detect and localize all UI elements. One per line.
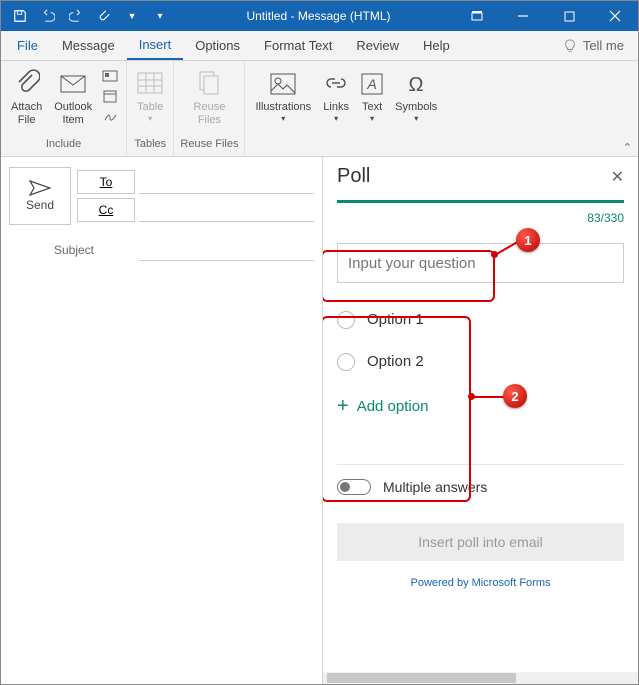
link-icon <box>323 73 349 95</box>
reuse-files-icon <box>197 71 221 97</box>
cc-field[interactable] <box>139 198 314 222</box>
poll-pane: Poll ✕ 83/330 + Add <box>323 157 638 684</box>
undo-icon[interactable] <box>35 3 61 29</box>
calendar-icon[interactable] <box>100 87 120 105</box>
group-overflow: Illustrations▾ Links▾ A Text▾ Ω Symbols▾ <box>245 61 447 156</box>
radio-icon[interactable] <box>337 353 355 371</box>
group-tables: Table▾ Tables <box>127 61 174 156</box>
multiple-answers-row: Multiple answers <box>337 479 624 495</box>
option-row <box>337 311 624 329</box>
subject-field[interactable] <box>139 239 314 261</box>
plus-icon: + <box>337 395 349 418</box>
group-include: Attach File Outlook Item Include <box>1 61 127 156</box>
message-body[interactable] <box>1 265 322 684</box>
tab-review[interactable]: Review <box>344 31 411 60</box>
window-controls <box>454 1 638 31</box>
picture-icon <box>270 73 296 95</box>
option-2-input[interactable] <box>367 353 487 371</box>
include-small-buttons <box>100 65 120 125</box>
cc-button[interactable]: Cc <box>77 198 135 222</box>
save-icon[interactable] <box>7 3 33 29</box>
table-icon <box>137 72 163 96</box>
title-bar: ▼ ▾ Untitled - Message (HTML) <box>1 1 638 31</box>
bulb-icon <box>563 39 577 53</box>
to-button[interactable]: To <box>77 170 135 194</box>
multiple-answers-toggle[interactable] <box>337 479 371 495</box>
horizontal-scrollbar[interactable] <box>323 672 638 684</box>
group-label-include: Include <box>46 138 81 154</box>
svg-text:A: A <box>366 76 376 92</box>
paperclip-icon <box>14 69 40 99</box>
redo-icon[interactable] <box>63 3 89 29</box>
radio-icon[interactable] <box>337 311 355 329</box>
send-button[interactable]: Send <box>9 167 71 225</box>
tell-me[interactable]: Tell me <box>553 38 634 53</box>
collapse-ribbon-icon[interactable]: ⌃ <box>623 141 632 154</box>
group-reuse-files: Reuse Files Reuse Files <box>174 61 245 156</box>
tab-message[interactable]: Message <box>50 31 127 60</box>
close-icon[interactable] <box>592 1 638 31</box>
svg-text:Ω: Ω <box>409 74 424 95</box>
powered-by-link[interactable]: Powered by Microsoft Forms <box>337 577 624 589</box>
send-icon <box>29 180 51 196</box>
attach-file-button[interactable]: Attach File <box>7 65 46 129</box>
symbols-button[interactable]: Ω Symbols▾ <box>391 65 441 126</box>
divider <box>337 464 624 465</box>
tab-options[interactable]: Options <box>183 31 252 60</box>
outlook-item-button[interactable]: Outlook Item <box>50 65 96 129</box>
tell-me-label: Tell me <box>583 38 624 53</box>
option-row <box>337 353 624 371</box>
multiple-answers-label: Multiple answers <box>383 479 487 495</box>
send-label: Send <box>26 198 54 212</box>
question-input[interactable] <box>337 243 624 283</box>
subject-label: Subject <box>9 243 139 257</box>
add-option-label: Add option <box>357 398 429 415</box>
qat-customize-icon[interactable]: ▾ <box>147 3 173 29</box>
illustrations-button[interactable]: Illustrations▾ <box>251 65 315 126</box>
minimize-icon[interactable] <box>500 1 546 31</box>
option-1-input[interactable] <box>367 311 487 329</box>
signature-icon[interactable] <box>100 107 120 125</box>
ribbon-tabs: File Message Insert Options Format Text … <box>1 31 638 61</box>
business-card-icon[interactable] <box>100 67 120 85</box>
reuse-files-button[interactable]: Reuse Files <box>190 65 230 129</box>
ribbon: Attach File Outlook Item Include Table▾ … <box>1 61 638 157</box>
insert-poll-button[interactable]: Insert poll into email <box>337 523 624 561</box>
group-label-tables: Tables <box>134 138 166 154</box>
tab-insert[interactable]: Insert <box>127 31 184 60</box>
group-label-reuse: Reuse Files <box>180 138 238 154</box>
maximize-icon[interactable] <box>546 1 592 31</box>
tab-format-text[interactable]: Format Text <box>252 31 344 60</box>
window-title: Untitled - Message (HTML) <box>183 9 454 23</box>
text-icon: A <box>361 73 383 95</box>
links-button[interactable]: Links▾ <box>319 65 353 126</box>
text-button[interactable]: A Text▾ <box>357 65 387 126</box>
tab-file[interactable]: File <box>5 31 50 60</box>
table-button[interactable]: Table▾ <box>133 65 167 126</box>
char-counter: 83/330 <box>587 211 624 225</box>
add-option-button[interactable]: + Add option <box>337 395 624 418</box>
poll-body: 83/330 + Add option <box>323 194 638 672</box>
tab-help[interactable]: Help <box>411 31 462 60</box>
poll-close-icon[interactable]: ✕ <box>611 167 624 187</box>
poll-title: Poll <box>337 165 370 188</box>
message-area: Send To Cc Subject <box>1 157 323 684</box>
window-popup-icon[interactable] <box>454 1 500 31</box>
compose-area: Send To Cc Subject Po <box>1 157 638 684</box>
omega-icon: Ω <box>404 73 428 95</box>
attach-icon[interactable] <box>91 3 117 29</box>
to-field[interactable] <box>139 170 314 194</box>
qat-dropdown-icon[interactable]: ▼ <box>119 3 145 29</box>
envelope-icon <box>60 73 86 95</box>
quick-access-toolbar: ▼ ▾ <box>1 3 173 29</box>
